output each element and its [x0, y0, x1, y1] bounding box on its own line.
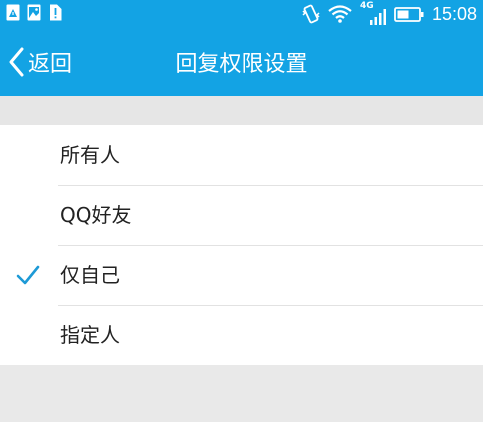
status-bar: 4G 15:08	[0, 0, 483, 27]
option-everyone[interactable]: 所有人	[0, 125, 483, 185]
battery-icon	[394, 6, 424, 22]
checkmark-icon	[16, 265, 40, 285]
back-button[interactable]: 返回	[8, 27, 72, 96]
page-title: 回复权限设置	[175, 51, 308, 77]
status-left-icons	[6, 4, 62, 21]
cellular-indicator: 4G	[360, 1, 386, 25]
page-background	[0, 366, 483, 422]
signal-icon	[369, 9, 386, 25]
option-label: 指定人	[60, 323, 120, 347]
title-bar: 返回 回复权限设置	[0, 27, 483, 96]
section-spacer	[0, 96, 483, 125]
status-right-icons: 4G 15:08	[302, 1, 477, 26]
image-notification-icon	[27, 4, 41, 21]
vibrate-icon	[302, 4, 320, 24]
notification-alert-icon	[6, 4, 20, 21]
option-label: QQ好友	[60, 203, 132, 227]
sim-alert-icon	[50, 4, 62, 21]
option-label: 仅自己	[60, 263, 120, 287]
option-qq-friends[interactable]: QQ好友	[0, 185, 483, 245]
status-time: 15:08	[431, 3, 477, 24]
chevron-left-icon	[9, 47, 24, 76]
option-specified-people[interactable]: 指定人	[0, 305, 483, 365]
option-only-me[interactable]: 仅自己	[0, 245, 483, 305]
option-label: 所有人	[60, 143, 120, 167]
back-label: 返回	[28, 51, 73, 77]
wifi-icon	[328, 5, 352, 23]
reply-permission-options: 所有人 QQ好友 仅自己 指定人	[0, 125, 483, 365]
